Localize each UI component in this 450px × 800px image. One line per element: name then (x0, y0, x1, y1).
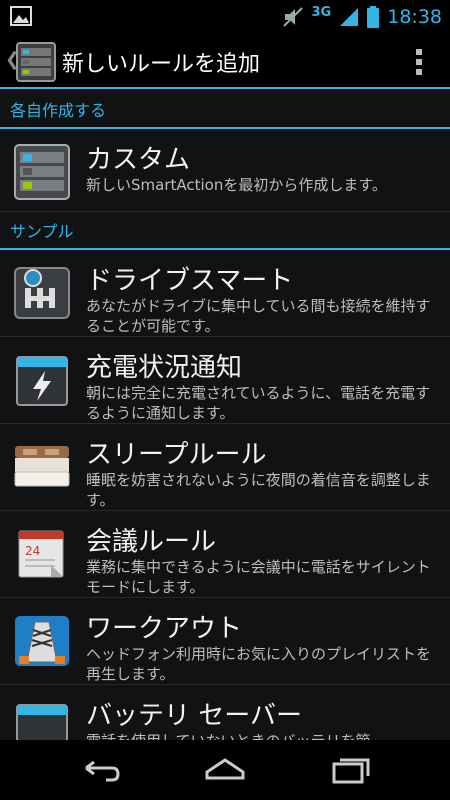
item-description: 朝には完全に充電されているように、電話を充電するように通知します。 (86, 384, 431, 422)
clock: 18:38 (387, 5, 442, 28)
item-title: スリープルール (86, 440, 267, 470)
item-description: あなたがドライブに集中している間も接続を維持することが可能です。 (86, 297, 431, 335)
status-bar: 3G 18:38 (0, 0, 450, 33)
item-title: ワークアウト (86, 614, 243, 644)
item-description: 業務に集中できるように会議中に電話をサイレント モードにします。 (86, 558, 431, 596)
list-item-sleep-rule[interactable]: スリープルール 睡眠を妨害されないように夜間の着信音を調整します。 (0, 424, 450, 511)
recent-apps-icon[interactable] (330, 754, 374, 786)
item-description: 睡眠を妨害されないように夜間の着信音を調整します。 (86, 471, 431, 509)
item-title: カスタム (86, 145, 191, 175)
battery-icon (367, 5, 380, 28)
overflow-menu-icon[interactable] (416, 49, 422, 75)
charging-notify-icon (16, 356, 68, 406)
muted-icon (282, 6, 303, 27)
home-icon[interactable] (203, 754, 247, 786)
list-item-custom[interactable]: カスタム 新しいSmartActionを最初から作成します。 (0, 129, 450, 212)
list-item-meeting-rule[interactable]: 24 会議ルール 業務に集中できるように会議中に電話をサイレント モードにします… (0, 511, 450, 598)
svg-text:24: 24 (25, 544, 40, 558)
item-description: 新しいSmartActionを最初から作成します。 (86, 176, 387, 194)
signal-icon (340, 7, 359, 26)
navigation-bar (0, 740, 450, 800)
section-header-custom: 各自作成する (0, 91, 450, 129)
meeting-rule-icon: 24 (18, 530, 64, 578)
list-item-battery-saver[interactable]: バッテリ セーバー 電話を使用していないときのバッテリを節 (0, 685, 450, 740)
list-item-drive-smart[interactable]: ドライブスマート あなたがドライブに集中している間も接続を維持することが可能です… (0, 250, 450, 337)
item-title: バッテリ セーバー (86, 701, 303, 731)
list-item-workout[interactable]: ワークアウト ヘッドフォン利用時にお気に入りのプレイリストを再生します。 (0, 598, 450, 685)
workout-icon (15, 616, 69, 666)
item-title: 会議ルール (86, 527, 217, 557)
item-title: ドライブスマート (86, 266, 294, 296)
battery-saver-icon (16, 704, 68, 740)
rule-list[interactable]: 各自作成する カスタム 新しいSmartActionを最初から作成します。 サン… (0, 91, 450, 740)
custom-rule-icon (14, 144, 70, 200)
action-bar: ❮ 新しいルールを追加 (0, 33, 450, 89)
gallery-notification-icon (10, 6, 32, 26)
back-icon[interactable] (78, 754, 122, 786)
sleep-rule-icon (14, 446, 70, 487)
section-header-sample: サンプル (0, 212, 450, 250)
item-description: ヘッドフォン利用時にお気に入りのプレイリストを再生します。 (86, 645, 432, 683)
network-type: 3G (311, 5, 332, 20)
item-title: 充電状況通知 (86, 353, 243, 383)
item-description: 電話を使用していないときのバッテリを節 (86, 731, 436, 740)
drive-smart-icon (14, 267, 70, 319)
smartactions-app-icon[interactable] (16, 42, 56, 82)
page-title: 新しいルールを追加 (62, 52, 261, 77)
list-item-charging-notify[interactable]: 充電状況通知 朝には完全に充電されているように、電話を充電するように通知します。 (0, 337, 450, 424)
